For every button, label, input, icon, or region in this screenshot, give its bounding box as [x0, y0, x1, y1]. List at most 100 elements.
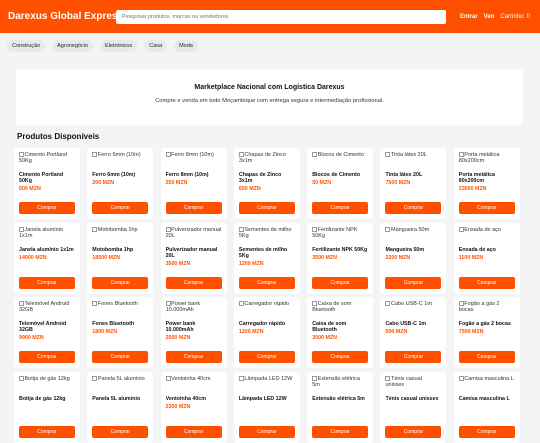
product-card[interactable]: Ferro 8mm (10m) Ferro 8mm (10m) 250 MZN Com… — [160, 148, 227, 219]
product-image-alt: Telemóvel Android 32GB — [19, 301, 70, 314]
product-image-alt: Cimento Portland 50Kg — [19, 152, 67, 165]
buy-button[interactable]: Comprar — [165, 202, 222, 214]
product-image[interactable]: Fogão a gás 2 bocas — [458, 301, 515, 320]
buy-button[interactable]: Comprar — [385, 425, 442, 438]
product-card[interactable]: Cabo USB-C 1m Cabo USB-C 1m 500 MZN Comprar — [380, 297, 447, 368]
product-image[interactable]: Panela 5L alumínio — [92, 375, 148, 395]
product-card[interactable]: Carregador rápido Carregador rápido 1200 M… — [233, 297, 300, 368]
product-card[interactable]: Power bank 10.000mAh Power bank 10.000mAh… — [160, 297, 227, 368]
product-card[interactable]: Chapas de Zinco 3x1m Chapas de Zinco 3x1m… — [233, 148, 300, 219]
buy-button[interactable]: Comprar — [92, 351, 149, 363]
product-card[interactable]: Lâmpada LED 12W Lâmpada LED 12W Comprar — [233, 371, 300, 443]
product-card[interactable]: Telemóvel Android 32GB Telemóvel Android … — [14, 297, 80, 368]
buy-button[interactable]: Comprar — [385, 351, 442, 363]
product-card[interactable]: Enxada de aço Enxada de aço 1100 MZN Compra… — [453, 222, 520, 294]
buy-button[interactable]: Comprar — [458, 276, 515, 289]
buy-button[interactable]: Comprar — [19, 425, 75, 438]
product-image[interactable]: Botija de gás 12kg — [19, 375, 75, 395]
product-card[interactable]: Tinta látex 20L Tinta látex 20L 7500 MZN Co… — [380, 148, 447, 219]
buy-button[interactable]: Comprar — [165, 276, 222, 289]
product-image[interactable]: Motobomba 1hp — [92, 226, 148, 246]
product-price: 7500 MZN — [385, 180, 411, 186]
buy-button[interactable]: Comprar — [458, 351, 515, 363]
product-image[interactable]: Ferro 8mm (10m) — [165, 152, 222, 171]
product-image[interactable]: Janela alumínio 1x1m — [19, 226, 75, 246]
product-image[interactable]: Power bank 10.000mAh — [165, 301, 222, 320]
product-card[interactable]: Janela alumínio 1x1m Janela alumínio 1x1m… — [14, 222, 80, 294]
buy-button[interactable]: Comprar — [312, 276, 369, 289]
product-image[interactable]: Tinta látex 20L — [385, 152, 441, 171]
product-image[interactable]: Caixa de som Bluetooth — [312, 301, 368, 320]
buy-button[interactable]: Comprar — [458, 425, 515, 438]
buy-button[interactable]: Comprar — [385, 276, 442, 289]
product-card[interactable]: Motobomba 1hp Motobomba 1hp 18500 MZN Compr… — [87, 222, 154, 294]
brand-logo[interactable]: Darexus Global Express — [8, 11, 123, 22]
product-card[interactable]: Botija de gás 12kg Botija de gás 12kg Comp… — [14, 371, 80, 443]
product-image[interactable]: Extensão elétrica 5m — [312, 375, 368, 395]
product-card[interactable]: Fertilizante NPK 50Kg Fertilizante NPK 50… — [307, 222, 374, 294]
product-image[interactable]: Lâmpada LED 12W — [238, 375, 295, 395]
buy-button[interactable]: Comprar — [312, 351, 369, 363]
product-card[interactable]: Caixa de som Bluetooth Caixa de som Bluet… — [307, 297, 374, 368]
buy-button[interactable]: Comprar — [165, 351, 222, 363]
buy-button[interactable]: Comprar — [19, 351, 75, 363]
product-image[interactable]: Mangueira 50m — [385, 226, 441, 246]
category-chip[interactable]: Moda — [174, 40, 198, 52]
buy-button[interactable]: Comprar — [92, 202, 149, 214]
search-input[interactable] — [116, 9, 446, 24]
product-image[interactable]: Pulverizador manual 20L — [165, 226, 222, 246]
product-image[interactable]: Ténis casual unissex — [385, 375, 441, 395]
product-card[interactable]: Ténis casual unissex Ténis casual unissex… — [380, 371, 447, 443]
product-card[interactable]: Ferro 6mm (10m) Ferro 6mm (10m) 200 MZN Com… — [87, 148, 154, 219]
buy-button[interactable]: Comprar — [92, 425, 149, 438]
cart-link[interactable]: Carrinho: 0 — [500, 14, 530, 20]
sell-link[interactable]: Ven — [484, 14, 495, 20]
product-card[interactable]: Extensão elétrica 5m Extensão elétrica 5m… — [307, 371, 374, 443]
buy-button[interactable]: Comprar — [312, 425, 369, 438]
product-image[interactable]: Cabo USB-C 1m — [385, 301, 441, 320]
buy-button[interactable]: Comprar — [458, 202, 515, 214]
buy-button[interactable]: Comprar — [312, 202, 369, 214]
buy-button[interactable]: Comprar — [165, 425, 222, 438]
product-image[interactable]: Ventoinha 40cm — [165, 375, 222, 395]
category-chip[interactable]: Construção — [7, 40, 46, 52]
product-card[interactable]: Ventoinha 40cm Ventoinha 40cm 2300 MZN Comp… — [160, 371, 227, 443]
buy-button[interactable]: Comprar — [19, 276, 75, 289]
product-image[interactable]: Chapas de Zinco 3x1m — [238, 152, 295, 171]
category-chip[interactable]: Casa — [144, 40, 168, 52]
product-card[interactable]: Fones Bluetooth Fones Bluetooth 1800 MZN Co… — [87, 297, 154, 368]
buy-button[interactable]: Comprar — [238, 276, 295, 289]
buy-button[interactable]: Comprar — [19, 202, 75, 214]
product-price: 18500 MZN — [92, 254, 120, 261]
buy-button[interactable]: Comprar — [238, 351, 295, 363]
product-image[interactable]: Ferro 6mm (10m) — [92, 152, 148, 171]
product-image[interactable]: Telemóvel Android 32GB — [19, 301, 75, 320]
product-card[interactable]: Sementes de milho 5Kg Sementes de milho 5… — [233, 222, 300, 294]
category-chip[interactable]: Agronegócio — [52, 40, 94, 52]
product-image[interactable]: Fertilizante NPK 50Kg — [312, 226, 368, 246]
buy-button[interactable]: Comprar — [385, 202, 442, 214]
login-link[interactable]: Entrar — [460, 14, 478, 20]
product-card[interactable]: Mangueira 50m Mangueira 50m 2200 MZN Compra… — [380, 222, 447, 294]
product-image[interactable]: Blocos de Cimento — [312, 152, 368, 171]
product-image[interactable]: Fones Bluetooth — [92, 301, 148, 320]
product-image[interactable]: Enxada de aço — [458, 226, 515, 246]
product-card[interactable]: Camisa masculina L Camisa masculina L Comp… — [453, 371, 520, 443]
buy-button[interactable]: Comprar — [238, 202, 295, 214]
product-image[interactable]: Sementes de milho 5Kg — [238, 226, 295, 246]
product-image-alt: Lâmpada LED 12W — [244, 375, 293, 382]
buy-button[interactable]: Comprar — [238, 425, 295, 438]
product-image[interactable]: Camisa masculina L — [458, 375, 515, 395]
product-card[interactable]: Cimento Portland 50Kg Cimento Portland 50… — [14, 148, 80, 219]
buy-button[interactable]: Comprar — [92, 276, 149, 289]
product-image[interactable]: Carregador rápido — [238, 301, 295, 320]
product-card[interactable]: Panela 5L alumínio Panela 5L alumínio Comp… — [87, 371, 154, 443]
product-image[interactable]: Cimento Portland 50Kg — [19, 152, 75, 171]
product-card[interactable]: Porta metálica 80x200cm Porta metálica 80… — [453, 148, 520, 219]
product-card[interactable]: Blocos de Cimento Blocos de Cimento 50 MZN… — [307, 148, 374, 219]
product-price: 7500 MZN — [458, 329, 484, 335]
product-card[interactable]: Fogão a gás 2 bocas Fogão a gás 2 bocas 75… — [453, 297, 520, 368]
product-card[interactable]: Pulverizador manual 20L Pulverizador manu… — [160, 222, 227, 294]
category-chip[interactable]: Eletrónicos — [100, 40, 138, 52]
product-image[interactable]: Porta metálica 80x200cm — [458, 152, 515, 171]
